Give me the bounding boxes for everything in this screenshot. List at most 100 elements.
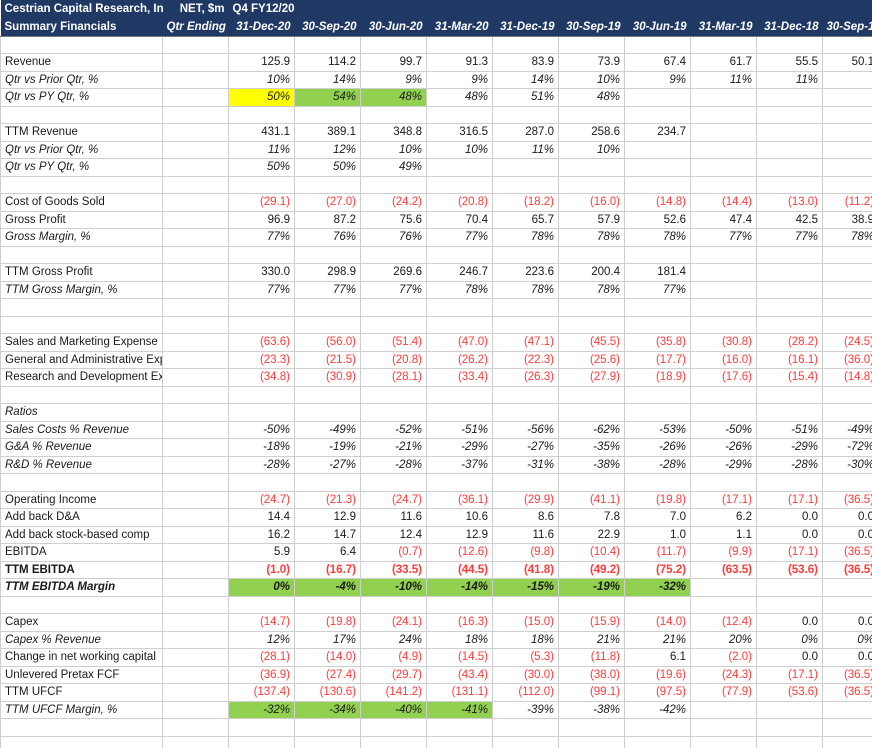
- data-cell[interactable]: 77%: [624, 281, 691, 299]
- data-cell[interactable]: [822, 88, 872, 107]
- data-cell[interactable]: 14%: [492, 71, 559, 89]
- data-cell[interactable]: (0.7): [360, 543, 427, 562]
- data-cell[interactable]: [756, 718, 823, 737]
- data-cell[interactable]: -50%: [228, 421, 295, 439]
- data-cell[interactable]: 0.0: [756, 648, 823, 667]
- data-cell[interactable]: [624, 176, 691, 194]
- data-cell[interactable]: 10%: [360, 141, 427, 159]
- data-cell[interactable]: [756, 736, 823, 748]
- data-cell[interactable]: [624, 718, 691, 737]
- data-cell[interactable]: 431.1: [228, 123, 295, 142]
- data-cell[interactable]: 7.0: [624, 508, 691, 527]
- data-cell[interactable]: 6.1: [624, 648, 691, 667]
- data-cell[interactable]: (19.6): [624, 666, 691, 684]
- data-cell[interactable]: [492, 316, 559, 334]
- column-header-5[interactable]: 30-Sep-19: [558, 18, 625, 37]
- data-cell[interactable]: [294, 473, 361, 492]
- data-cell[interactable]: (23.3): [228, 351, 295, 369]
- data-cell[interactable]: (28.2): [756, 333, 823, 352]
- data-cell[interactable]: [228, 246, 295, 264]
- data-cell[interactable]: 16.2: [228, 526, 295, 544]
- data-cell[interactable]: 10%: [558, 141, 625, 159]
- data-cell[interactable]: 77%: [294, 281, 361, 299]
- data-cell[interactable]: (17.1): [756, 543, 823, 562]
- data-cell[interactable]: [756, 176, 823, 194]
- data-cell[interactable]: 73.9: [558, 53, 625, 72]
- data-cell[interactable]: [558, 473, 625, 492]
- data-cell[interactable]: 11%: [492, 141, 559, 159]
- data-cell[interactable]: [426, 596, 493, 614]
- data-cell[interactable]: (17.1): [756, 491, 823, 509]
- data-cell[interactable]: [624, 158, 691, 177]
- data-cell[interactable]: -38%: [558, 701, 625, 719]
- data-cell[interactable]: 8.6: [492, 508, 559, 527]
- data-cell[interactable]: 200.4: [558, 263, 625, 282]
- data-cell[interactable]: -28%: [624, 456, 691, 474]
- data-cell[interactable]: [228, 36, 295, 54]
- data-cell[interactable]: 77%: [228, 281, 295, 299]
- data-cell[interactable]: [756, 263, 823, 282]
- data-cell[interactable]: 0.0: [756, 613, 823, 632]
- data-cell[interactable]: 0%: [228, 578, 295, 597]
- data-cell[interactable]: [492, 403, 559, 422]
- data-cell[interactable]: (16.0): [558, 193, 625, 212]
- data-cell[interactable]: (30.0): [492, 666, 559, 684]
- data-cell[interactable]: [756, 246, 823, 264]
- data-cell[interactable]: [294, 596, 361, 614]
- data-cell[interactable]: (27.4): [294, 666, 361, 684]
- data-cell[interactable]: 11.6: [492, 526, 559, 544]
- data-cell[interactable]: 9%: [360, 71, 427, 89]
- data-cell[interactable]: [624, 246, 691, 264]
- data-cell[interactable]: 125.9: [228, 53, 295, 72]
- data-cell[interactable]: [228, 176, 295, 194]
- data-cell[interactable]: [624, 736, 691, 748]
- data-cell[interactable]: 114.2: [294, 53, 361, 72]
- data-cell[interactable]: (36.5): [822, 666, 872, 684]
- data-cell[interactable]: [624, 106, 691, 124]
- data-cell[interactable]: [690, 316, 757, 334]
- data-cell[interactable]: 61.7: [690, 53, 757, 72]
- data-cell[interactable]: -29%: [690, 456, 757, 474]
- data-cell[interactable]: [822, 596, 872, 614]
- data-cell[interactable]: [558, 403, 625, 422]
- data-cell[interactable]: 55.5: [756, 53, 823, 72]
- data-cell[interactable]: [360, 298, 427, 317]
- data-cell[interactable]: -53%: [624, 421, 691, 439]
- data-cell[interactable]: [492, 736, 559, 748]
- data-cell[interactable]: 83.9: [492, 53, 559, 72]
- data-cell[interactable]: (16.1): [756, 351, 823, 369]
- data-cell[interactable]: [294, 36, 361, 54]
- data-cell[interactable]: (53.6): [756, 561, 823, 579]
- data-cell[interactable]: [756, 141, 823, 159]
- data-cell[interactable]: [822, 578, 872, 597]
- data-cell[interactable]: -26%: [624, 438, 691, 457]
- data-cell[interactable]: [228, 106, 295, 124]
- data-cell[interactable]: (63.5): [690, 561, 757, 579]
- data-cell[interactable]: (130.6): [294, 683, 361, 702]
- column-header-0[interactable]: 31-Dec-20: [228, 18, 295, 37]
- data-cell[interactable]: [690, 141, 757, 159]
- column-header-7[interactable]: 31-Mar-19: [690, 18, 757, 37]
- data-cell[interactable]: (20.8): [426, 193, 493, 212]
- data-cell[interactable]: [690, 386, 757, 404]
- data-cell[interactable]: (26.2): [426, 351, 493, 369]
- data-cell[interactable]: [426, 298, 493, 317]
- data-cell[interactable]: [690, 736, 757, 748]
- data-cell[interactable]: -52%: [360, 421, 427, 439]
- data-cell[interactable]: [294, 403, 361, 422]
- data-cell[interactable]: 52.6: [624, 211, 691, 229]
- data-cell[interactable]: [360, 316, 427, 334]
- data-cell[interactable]: [294, 106, 361, 124]
- data-cell[interactable]: [294, 176, 361, 194]
- data-cell[interactable]: [228, 403, 295, 422]
- data-cell[interactable]: (12.6): [426, 543, 493, 562]
- data-cell[interactable]: 0%: [756, 631, 823, 649]
- data-cell[interactable]: [294, 736, 361, 748]
- data-cell[interactable]: -28%: [228, 456, 295, 474]
- data-cell[interactable]: (25.6): [558, 351, 625, 369]
- data-cell[interactable]: [360, 473, 427, 492]
- data-cell[interactable]: 51%: [492, 88, 559, 107]
- data-cell[interactable]: -38%: [558, 456, 625, 474]
- data-cell[interactable]: [426, 106, 493, 124]
- data-cell[interactable]: 258.6: [558, 123, 625, 142]
